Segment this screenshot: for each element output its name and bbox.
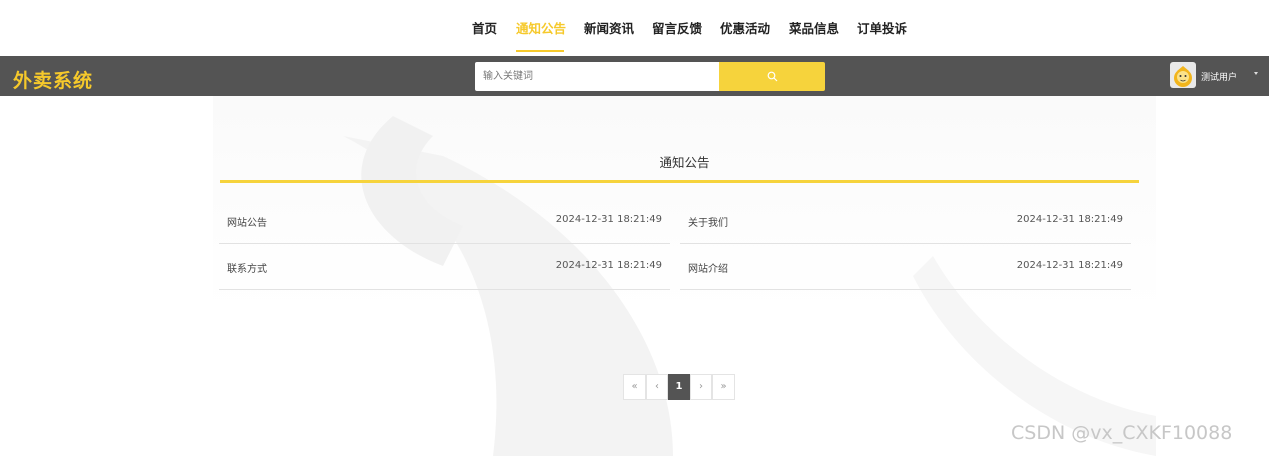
site-logo[interactable]: 外卖系统 <box>13 66 93 93</box>
search-icon <box>767 71 778 82</box>
notice-item[interactable]: 网站公告 2024-12-31 18:21:49 <box>219 199 670 244</box>
avatar-cartoon-icon <box>1170 62 1196 88</box>
title-underline <box>220 180 1139 183</box>
active-nav-underline <box>516 50 564 52</box>
main-content: 通知公告 网站公告 2024-12-31 18:21:49 关于我们 2024-… <box>213 96 1156 456</box>
notice-title: 联系方式 <box>227 264 267 275</box>
notice-title: 网站公告 <box>227 218 267 229</box>
user-name: 测试用户 <box>1201 73 1238 83</box>
pagination-first-button[interactable]: « <box>623 374 646 400</box>
pagination-next-button[interactable]: › <box>690 374 712 400</box>
notice-title: 关于我们 <box>688 218 728 229</box>
notice-item[interactable]: 联系方式 2024-12-31 18:21:49 <box>219 245 670 290</box>
nav-item-news[interactable]: 新闻资讯 <box>584 18 634 37</box>
notice-item[interactable]: 关于我们 2024-12-31 18:21:49 <box>680 199 1131 244</box>
pagination-prev-button[interactable]: ‹ <box>646 374 668 400</box>
top-navigation: 首页 通知公告 新闻资讯 留言反馈 优惠活动 菜品信息 订单投诉 <box>0 0 1269 55</box>
notice-date: 2024-12-31 18:21:49 <box>1016 260 1123 271</box>
nav-item-feedback[interactable]: 留言反馈 <box>652 18 702 37</box>
notice-date: 2024-12-31 18:21:49 <box>555 260 662 271</box>
nav-item-promotions[interactable]: 优惠活动 <box>720 18 770 37</box>
pagination-last-button[interactable]: » <box>712 374 735 400</box>
watermark: CSDN @vx_CXKF10088 <box>1011 422 1233 444</box>
header-bar: 外卖系统 测试用户 <box>0 56 1269 96</box>
nav-item-notices[interactable]: 通知公告 <box>516 18 566 37</box>
search-button[interactable] <box>719 62 825 91</box>
page-title: 通知公告 <box>659 155 710 170</box>
search-input[interactable] <box>475 62 719 91</box>
notice-date: 2024-12-31 18:21:49 <box>1016 214 1123 225</box>
notice-item[interactable]: 网站介绍 2024-12-31 18:21:49 <box>680 245 1131 290</box>
nav-item-complaints[interactable]: 订单投诉 <box>857 18 907 37</box>
caret-down-icon <box>1254 72 1258 75</box>
notice-date: 2024-12-31 18:21:49 <box>555 214 662 225</box>
nav-item-home[interactable]: 首页 <box>472 18 497 37</box>
nav-item-dishes[interactable]: 菜品信息 <box>789 18 839 37</box>
pagination-current-page[interactable]: 1 <box>668 374 690 400</box>
notice-title: 网站介绍 <box>688 264 728 275</box>
